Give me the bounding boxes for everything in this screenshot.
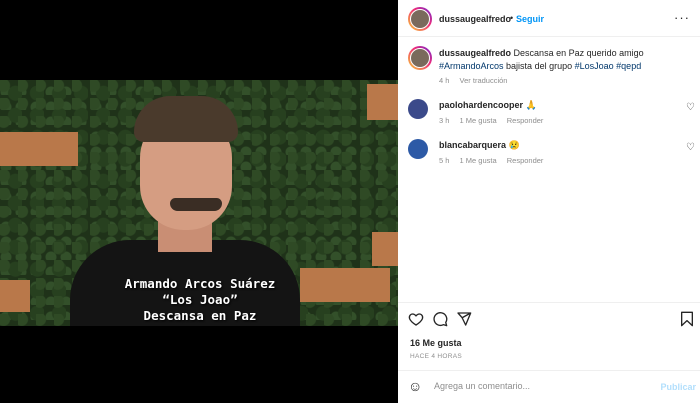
likes-count[interactable]: 16 Me gusta bbox=[410, 338, 462, 348]
wood-plank bbox=[0, 132, 78, 166]
post-caption: dussaugealfredo Descansa en Paz querido … bbox=[439, 47, 684, 73]
translate-link[interactable]: Ver traducción bbox=[460, 76, 508, 85]
hashtag-link[interactable]: #qepd bbox=[616, 61, 641, 71]
comment-text: 🙏 bbox=[525, 100, 537, 110]
comment-age: 3 h bbox=[439, 116, 450, 125]
comment-like-heart-icon[interactable]: ♡ bbox=[686, 102, 695, 113]
comment-like-heart-icon[interactable]: ♡ bbox=[686, 142, 695, 153]
author-username[interactable]: dussaugealfredo bbox=[439, 14, 511, 24]
post-timestamp: HACE 4 HORAS bbox=[410, 353, 463, 360]
comment-username[interactable]: blancabarquera bbox=[439, 140, 506, 150]
caption-text-mid: bajista del grupo bbox=[506, 61, 573, 71]
overlay-line-1: Armando Arcos Suárez bbox=[124, 276, 276, 291]
post-media[interactable]: Armando Arcos Suárez “Los Joao” Descansa… bbox=[0, 0, 398, 403]
commenter-avatar[interactable] bbox=[408, 139, 428, 159]
caption-avatar[interactable] bbox=[408, 46, 432, 70]
comment-item: blancabarquera 😢 bbox=[439, 140, 520, 151]
hair bbox=[134, 96, 238, 142]
author-avatar[interactable] bbox=[408, 7, 432, 31]
hashtag-link[interactable]: #ArmandoArcos bbox=[439, 61, 504, 71]
overlay-line-2: “Los Joao” bbox=[162, 292, 238, 307]
hashtag-link[interactable]: #LosJoao bbox=[575, 61, 614, 71]
comment-likes[interactable]: 1 Me gusta bbox=[460, 116, 497, 125]
reply-button[interactable]: Responder bbox=[507, 156, 544, 165]
publish-button[interactable]: Publicar bbox=[660, 382, 696, 392]
post-photo: Armando Arcos Suárez “Los Joao” Descansa… bbox=[0, 80, 398, 326]
comment-meta: 3 h 1 Me gusta Responder bbox=[439, 116, 551, 125]
wood-plank bbox=[372, 232, 398, 266]
commenter-avatar[interactable] bbox=[408, 99, 428, 119]
comment-icon[interactable] bbox=[432, 311, 448, 327]
bookmark-icon[interactable] bbox=[680, 311, 694, 327]
actions-divider bbox=[398, 302, 700, 303]
share-icon[interactable] bbox=[456, 311, 472, 327]
comment-text: 😢 bbox=[508, 140, 520, 150]
comment-meta: 5 h 1 Me gusta Responder bbox=[439, 156, 551, 165]
wood-plank bbox=[0, 280, 30, 312]
caption-text: Descansa en Paz querido amigo bbox=[513, 48, 644, 58]
heart-icon[interactable] bbox=[408, 311, 424, 327]
caption-age: 4 h bbox=[439, 76, 450, 85]
separator-dot: • bbox=[510, 13, 514, 23]
header-divider bbox=[398, 36, 700, 37]
caption-meta: 4 h Ver traducción bbox=[439, 76, 515, 85]
follow-button[interactable]: Seguir bbox=[516, 14, 544, 24]
overlay-line-3: Descansa en Paz bbox=[143, 308, 257, 323]
comment-likes[interactable]: 1 Me gusta bbox=[460, 156, 497, 165]
emoji-picker-icon[interactable]: ☺ bbox=[408, 378, 422, 394]
comment-username[interactable]: paolohardencooper bbox=[439, 100, 523, 110]
more-options-icon[interactable]: ··· bbox=[674, 10, 690, 25]
comment-item: paolohardencooper 🙏 bbox=[439, 100, 537, 111]
mustache bbox=[170, 198, 222, 211]
composer-divider bbox=[398, 370, 700, 371]
wood-plank bbox=[367, 84, 398, 120]
post-side-panel: dussaugealfredo • Seguir ··· dussaugealf… bbox=[398, 0, 700, 403]
comment-age: 5 h bbox=[439, 156, 450, 165]
media-caption-overlay: Armando Arcos Suárez “Los Joao” Descansa… bbox=[70, 276, 330, 324]
comment-input[interactable] bbox=[434, 381, 654, 391]
caption-username[interactable]: dussaugealfredo bbox=[439, 48, 511, 58]
reply-button[interactable]: Responder bbox=[507, 116, 544, 125]
